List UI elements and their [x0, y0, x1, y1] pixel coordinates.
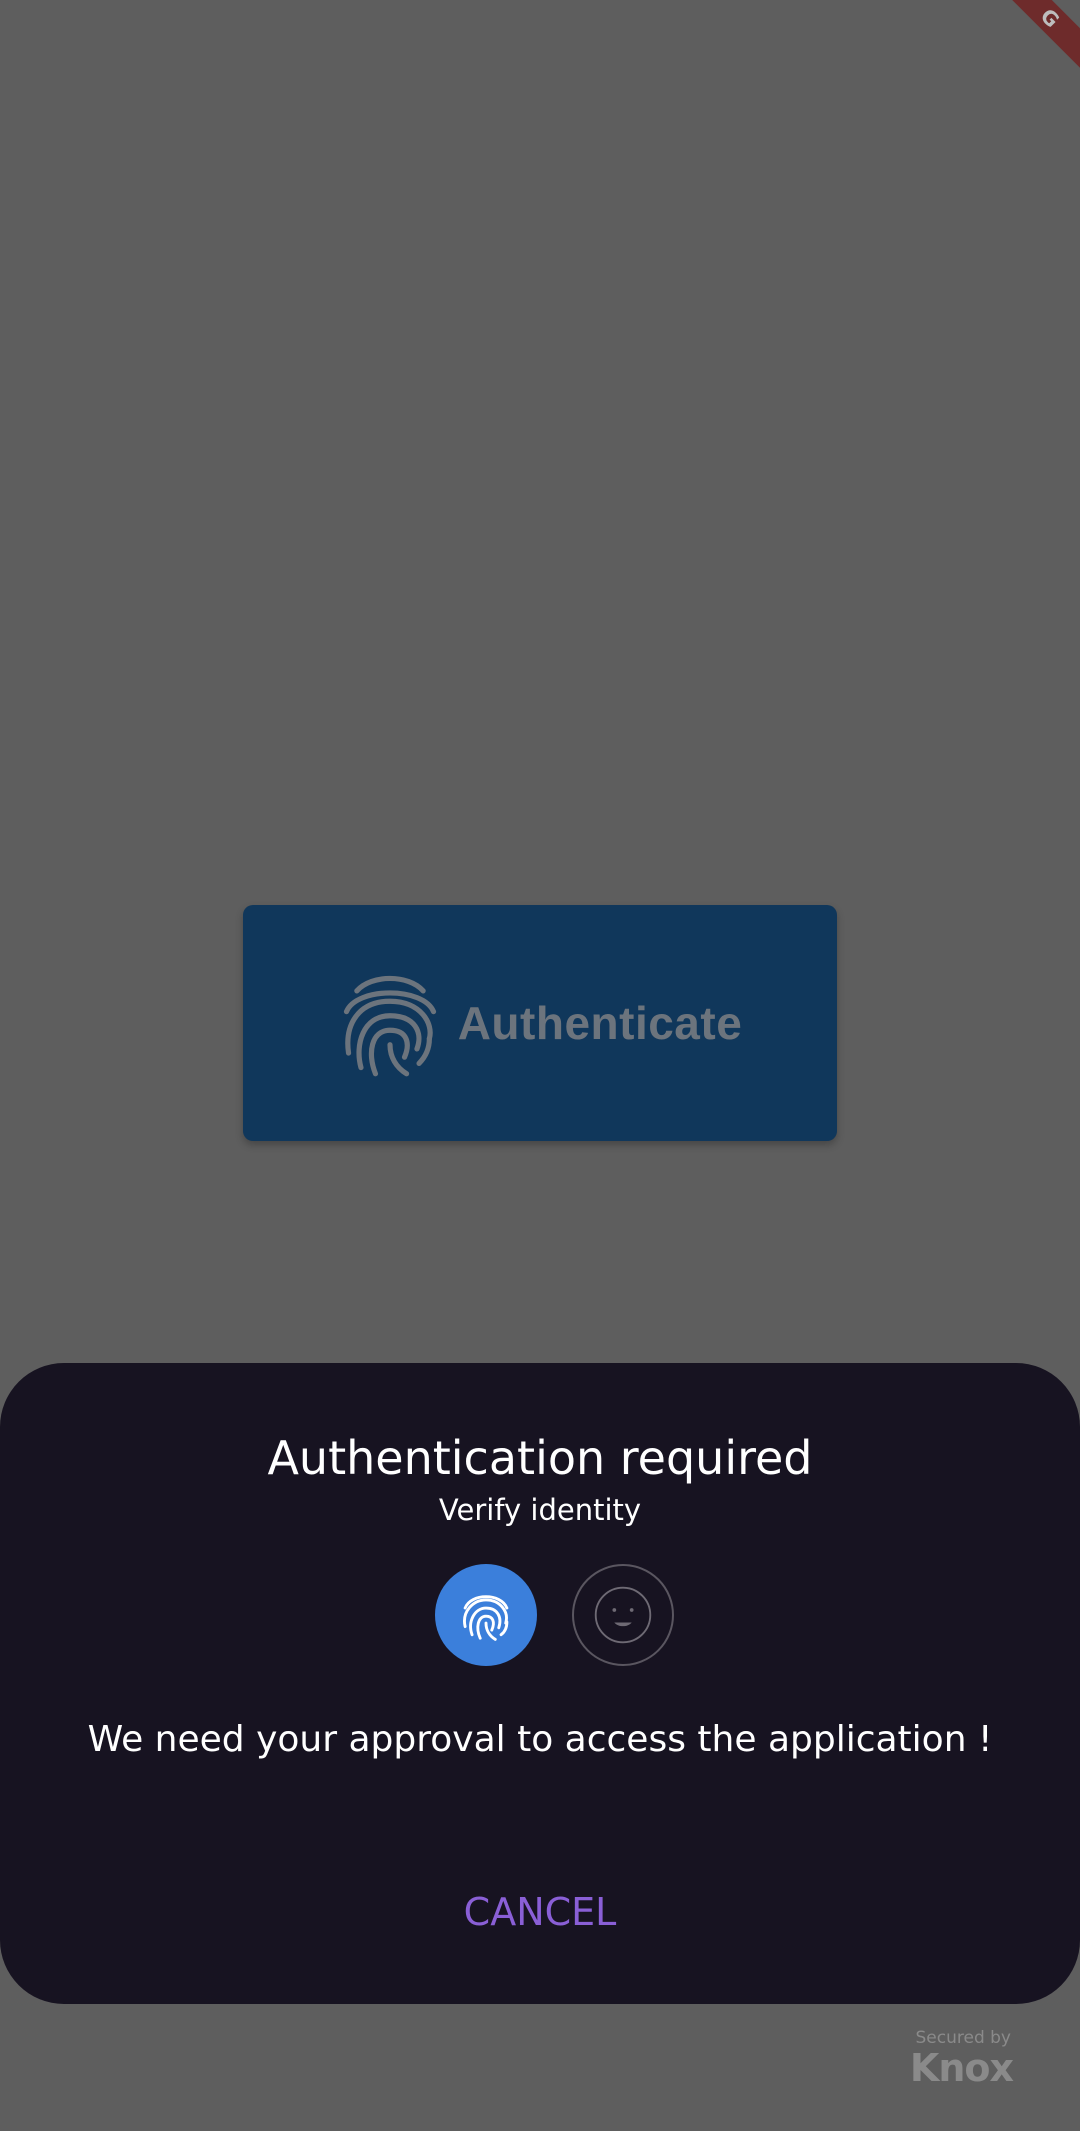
dialog-message: We need your approval to access the appl…	[87, 1719, 993, 1760]
fingerprint-icon	[338, 966, 442, 1080]
fingerprint-option-button[interactable]	[435, 1564, 537, 1666]
dialog-title: Authentication required	[267, 1431, 813, 1485]
face-option-button[interactable]	[572, 1564, 674, 1666]
knox-logo: Knox	[909, 2046, 1014, 2090]
knox-watermark: Secured by Knox	[909, 2028, 1014, 2090]
face-icon	[592, 1584, 654, 1646]
fingerprint-icon	[457, 1586, 515, 1644]
secured-by-label: Secured by	[915, 2028, 1012, 2048]
debug-banner: G	[1010, 0, 1080, 70]
dialog-subtitle: Verify identity	[438, 1493, 642, 1527]
authenticate-button[interactable]: Authenticate	[243, 905, 837, 1141]
cancel-button[interactable]: CANCEL	[440, 1882, 641, 1942]
authenticate-button-label: Authenticate	[457, 997, 743, 1049]
debug-banner-label: G	[1010, 0, 1080, 70]
authentication-dialog: Authentication required Verify identity …	[0, 1363, 1080, 2004]
